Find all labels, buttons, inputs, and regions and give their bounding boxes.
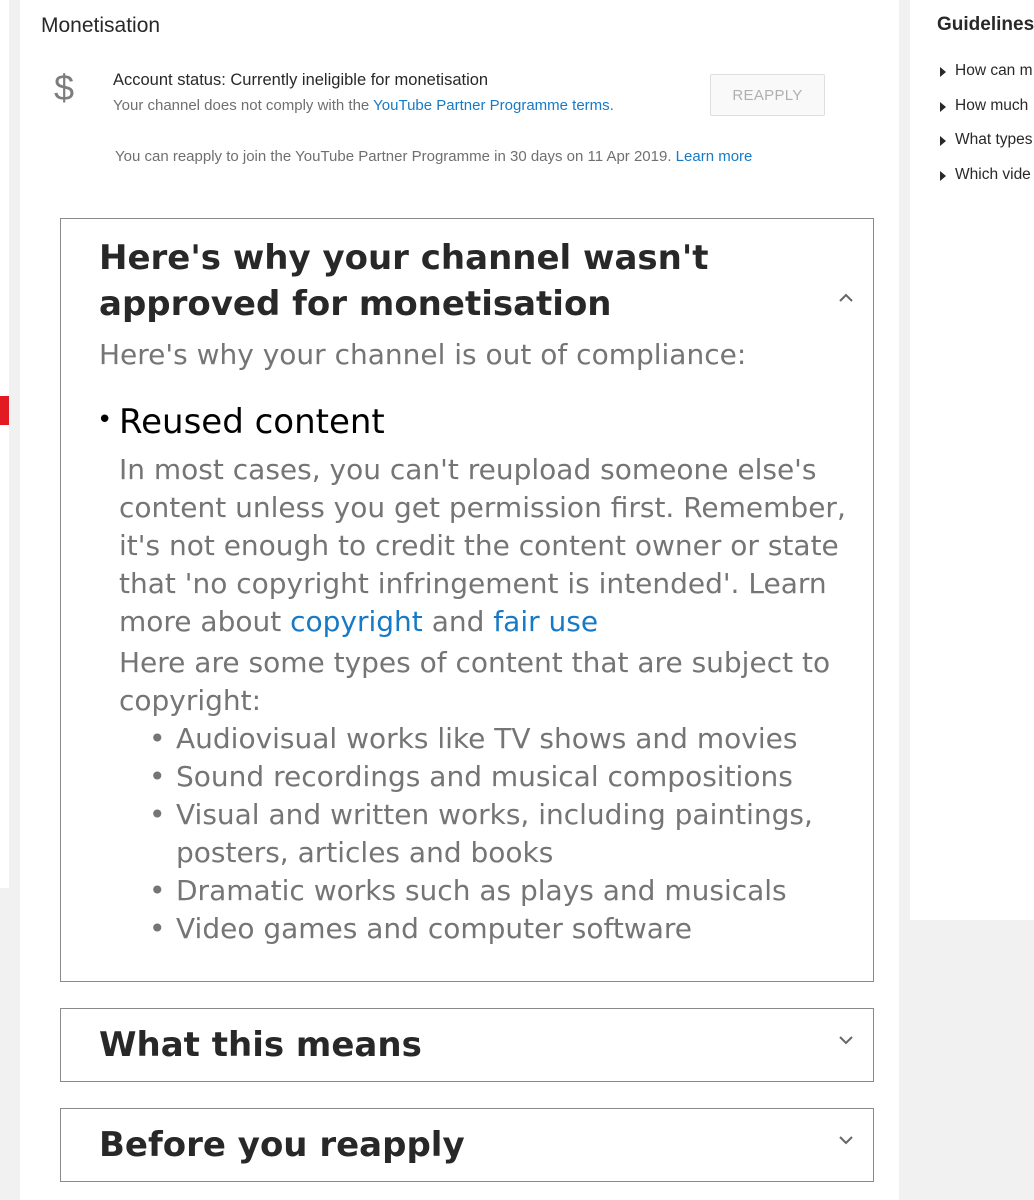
types-intro: Here are some types of content that are … [119,646,831,717]
bullet-icon: • [97,405,113,435]
status-sub-text: Your channel does not comply with the [113,97,374,114]
list-item: • Audiovisual works like TV shows and mov… [149,720,873,758]
what-this-means-panel[interactable]: What this means [60,1008,874,1082]
reason-title: Reused content [119,402,385,442]
type-text: Dramatic works such as plays and musical… [176,874,787,907]
reason-list: • Reused content In most cases, you can'… [93,399,873,948]
chevron-down-icon[interactable] [835,1129,857,1151]
account-status-title: Account status: Currently ineligible for… [113,71,489,89]
bullet-icon: • [149,722,166,755]
list-item: • Dramatic works such as plays and musica… [149,872,873,910]
guidelines-title: Guidelines [937,14,1034,35]
guidelines-list: How can m How much What types Which vide [938,62,1033,200]
triangle-right-icon [940,101,946,112]
chevron-up-icon[interactable] [835,287,857,309]
reapply-note: You can reapply to join the YouTube Part… [115,148,752,165]
why-not-approved-heading[interactable]: Here's why your channel wasn't approved … [99,235,819,327]
list-item: • Sound recordings and musical compositio… [149,758,873,796]
guideline-label: How can m [955,62,1033,79]
copyright-types-list: • Audiovisual works like TV shows and mov… [119,720,873,948]
section-title: Monetisation [41,14,161,37]
triangle-right-icon [940,136,946,146]
fair-use-link[interactable]: fair use [493,605,598,638]
bullet-icon: • [149,760,166,793]
what-this-means-heading[interactable]: What this means [99,1022,422,1068]
list-item: • Visual and written works, including pai… [149,796,873,872]
bullet-icon: • [149,912,166,945]
learn-more-link[interactable]: Learn more [676,148,753,165]
type-text: Visual and written works, including pain… [176,798,813,869]
partner-terms-link[interactable]: YouTube Partner Programme terms. [373,97,614,114]
before-reapply-heading[interactable]: Before you reapply [99,1122,465,1168]
guideline-item[interactable]: How much [938,97,1033,132]
guideline-label: Which vide [955,165,1031,183]
left-nav-strip [0,0,9,888]
and-text: and [431,605,485,638]
bullet-icon: • [149,874,166,907]
triangle-right-icon [940,170,946,181]
guideline-item[interactable]: Which vide [938,166,1033,201]
dollar-icon: $ [54,67,75,108]
reapply-note-text: You can reapply to join the YouTube Part… [115,148,672,165]
guideline-label: What types [955,131,1033,148]
guideline-item[interactable]: How can m [938,62,1033,97]
guideline-label: How much [955,96,1029,114]
why-not-approved-panel: Here's why your channel wasn't approved … [60,218,874,982]
list-item: • Video games and computer software [149,910,873,948]
reason-item: • Reused content In most cases, you can'… [93,399,873,948]
account-status-subtitle: Your channel does not comply with the Yo… [113,97,614,114]
guidelines-panel: Guidelines How can m How much What types… [910,0,1034,920]
type-text: Sound recordings and musical composition… [176,760,793,793]
guideline-item[interactable]: What types [938,131,1033,166]
active-nav-indicator [0,396,9,425]
reapply-button[interactable]: REAPPLY [710,74,825,116]
before-reapply-panel[interactable]: Before you reapply [60,1108,874,1182]
copyright-link[interactable]: copyright [290,605,423,638]
triangle-right-icon [940,67,946,77]
chevron-down-icon[interactable] [835,1029,857,1051]
type-text: Audiovisual works like TV shows and movi… [176,722,798,755]
bullet-icon: • [149,798,166,831]
type-text: Video games and computer software [176,912,693,945]
reason-description: In most cases, you can't reupload someon… [119,451,873,641]
compliance-intro: Here's why your channel is out of compli… [99,338,747,371]
monetisation-card: Monetisation $ Account status: Currently… [20,0,899,1200]
